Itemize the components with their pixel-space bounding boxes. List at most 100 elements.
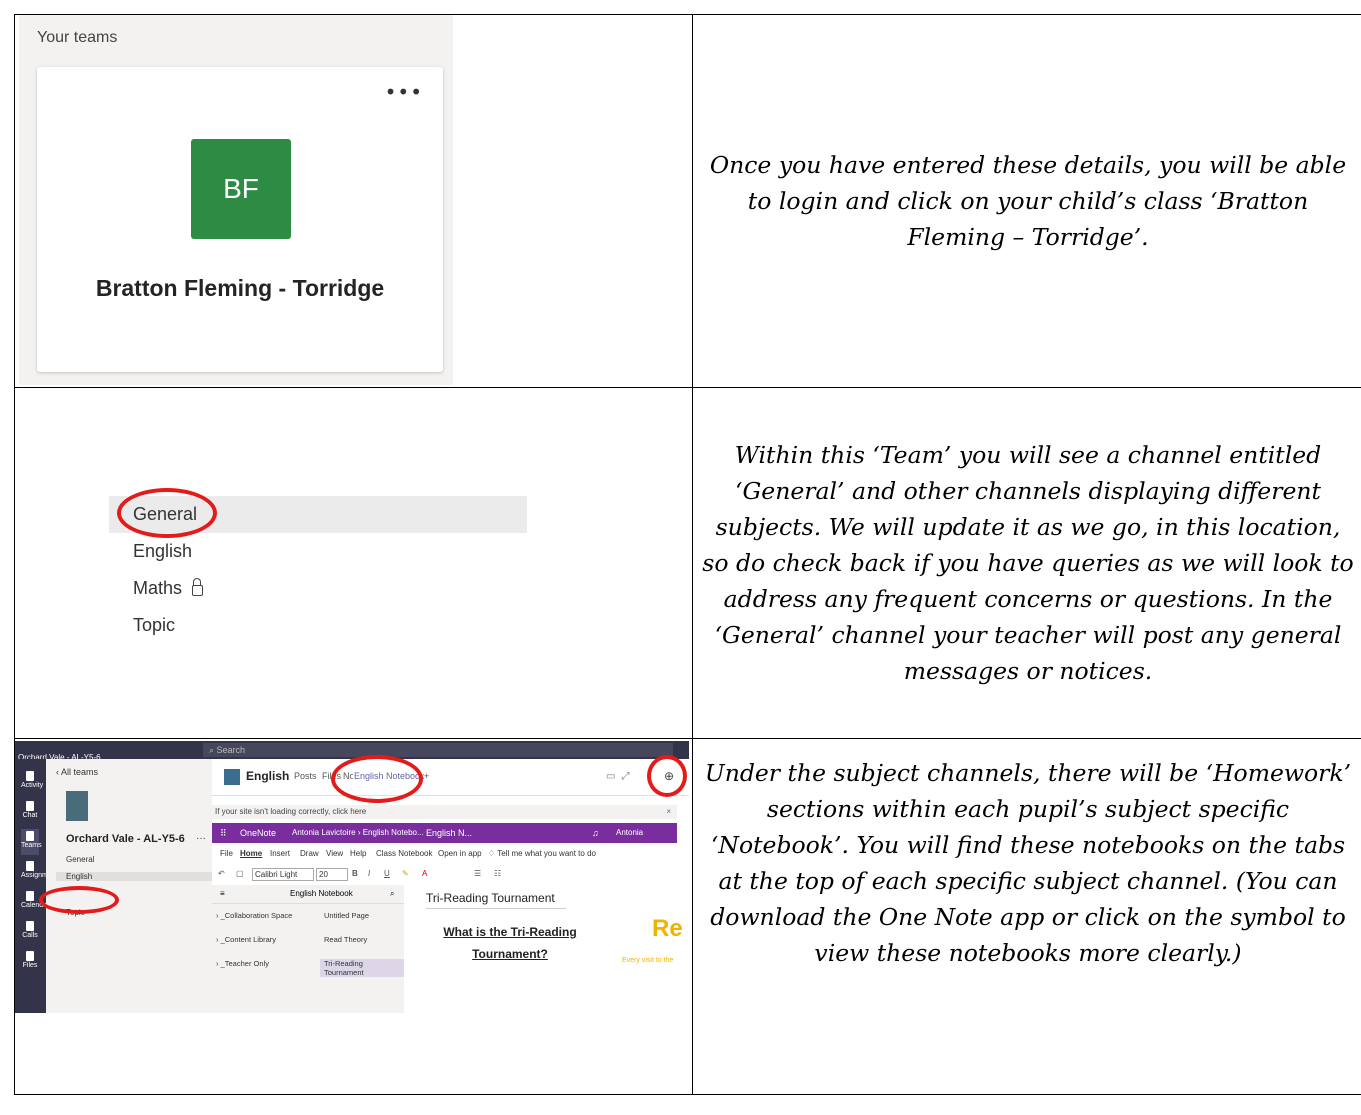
- ribbon-class-notebook[interactable]: Class Notebook: [376, 845, 432, 863]
- rail-teams-label: Teams: [21, 842, 42, 849]
- highlight-ring-english: [39, 886, 119, 914]
- rail-assignments[interactable]: Assignments: [21, 859, 61, 885]
- rail-chat[interactable]: Chat: [21, 799, 39, 825]
- bell-icon: [26, 771, 34, 781]
- rail-files-label: Files: [22, 962, 38, 969]
- channel-maths[interactable]: Maths: [109, 570, 527, 607]
- bold-icon[interactable]: B: [352, 865, 358, 883]
- teams-panel: Your teams ••• BF Bratton Fleming - Torr…: [19, 15, 453, 385]
- guide-row-notebook: ⌕ Search Orchard Vale - AL-Y5-6 Activity…: [14, 738, 1361, 1095]
- team-name: Bratton Fleming - Torridge: [95, 275, 385, 301]
- onenote-breadcrumb[interactable]: Antonia Lavictoire › English Notebo...: [292, 823, 424, 843]
- channel-maths-label: Maths: [133, 578, 183, 598]
- undo-icon[interactable]: ↶: [218, 865, 225, 883]
- highlight-ring-general: [117, 488, 217, 538]
- screenshot-cell-channels: General English Maths Topic: [14, 387, 693, 739]
- all-teams-link[interactable]: ‹ All teams: [56, 767, 98, 777]
- page-side-heading: Re: [652, 915, 683, 942]
- format-bar: ↶ ▢ Calibri Light 20 B I U ✎ A ☰ ☷: [212, 865, 677, 883]
- app-launcher-icon[interactable]: ⠿: [220, 823, 227, 843]
- paste-icon[interactable]: ▢: [236, 865, 244, 883]
- font-color-icon[interactable]: A: [422, 865, 427, 883]
- instruction-cell-3: Under the subject channels, there will b…: [692, 738, 1361, 1095]
- search-bar[interactable]: ⌕ Search: [203, 743, 673, 757]
- expand-icon[interactable]: ⤢: [621, 771, 635, 782]
- page-title[interactable]: Tri-Reading Tournament: [426, 891, 566, 909]
- rail-files[interactable]: Files: [21, 949, 39, 975]
- ribbon-view[interactable]: View: [326, 845, 343, 863]
- notebook-name: English Notebook: [290, 889, 353, 898]
- bullets-icon[interactable]: ☰: [474, 865, 481, 883]
- calendar-icon: [26, 891, 34, 901]
- highlight-icon[interactable]: ✎: [402, 865, 409, 883]
- phone-icon: [26, 921, 34, 931]
- instruction-cell-1: Once you have entered these details, you…: [692, 14, 1361, 388]
- tab-posts[interactable]: Posts: [294, 771, 317, 781]
- bell-icon[interactable]: ♫: [592, 823, 599, 843]
- rail-activity[interactable]: Activity: [21, 769, 43, 795]
- underline-icon[interactable]: U: [384, 865, 390, 883]
- chat-icon: [26, 801, 34, 811]
- notebook-nav: ≡ English Notebook ⌕ _Collaboration Spac…: [212, 885, 404, 1013]
- lightbulb-icon: ♢: [488, 849, 498, 858]
- section-collaboration[interactable]: _Collaboration Space: [216, 911, 293, 920]
- channel-general[interactable]: General: [66, 855, 94, 864]
- page-read-theory[interactable]: Read Theory: [320, 935, 404, 944]
- conversation-icon[interactable]: ▭: [606, 771, 621, 782]
- channel-header: English Posts Files Notes English Notebo…: [212, 759, 689, 796]
- guide-row-channels: General English Maths Topic Within this …: [14, 387, 1361, 739]
- page-side-text: Every visit to the: [622, 957, 674, 964]
- app-rail: Activity Chat Teams Assignments Calendar…: [15, 759, 61, 1013]
- files-icon: [26, 951, 34, 961]
- team-card[interactable]: ••• BF Bratton Fleming - Torridge: [37, 67, 443, 372]
- channel-icon: [224, 769, 240, 785]
- ribbon-insert[interactable]: Insert: [270, 845, 290, 863]
- ribbon-open-in-app[interactable]: Open in app: [438, 845, 482, 863]
- teams-icon: [26, 831, 34, 841]
- assignments-icon: [26, 861, 34, 871]
- ribbon-tell-me[interactable]: ♢ Tell me what you want to do: [488, 845, 596, 863]
- ribbon-tell-me-label: Tell me what you want to do: [497, 849, 596, 858]
- onenote-bar: ⠿ OneNote Antonia Lavictoire › English N…: [212, 823, 677, 857]
- close-icon[interactable]: ×: [666, 805, 671, 819]
- rail-calls[interactable]: Calls: [21, 919, 39, 945]
- ribbon-file[interactable]: File: [220, 845, 233, 863]
- section-content-library[interactable]: _Content Library: [216, 935, 276, 944]
- notebook-page: Tri-Reading Tournament What is the Tri-R…: [412, 885, 689, 1013]
- add-tab-icon[interactable]: +: [424, 771, 429, 781]
- instruction-text-1: Once you have entered these details, you…: [709, 151, 1347, 251]
- ribbon-menu: File Home Insert Draw View Help Class No…: [212, 845, 677, 863]
- more-options-icon[interactable]: •••: [385, 82, 423, 102]
- rail-teams[interactable]: Teams: [21, 829, 42, 855]
- italic-icon[interactable]: I: [368, 865, 370, 883]
- rail-chat-label: Chat: [22, 812, 38, 819]
- hamburger-icon[interactable]: ≡: [220, 885, 225, 903]
- numbering-icon[interactable]: ☷: [494, 865, 501, 883]
- search-icon[interactable]: ⌕: [390, 885, 394, 903]
- size-select[interactable]: 20: [316, 868, 348, 881]
- search-placeholder: Search: [216, 745, 246, 755]
- channel-content: English Posts Files Notes English Notebo…: [212, 759, 689, 1013]
- channel-topic[interactable]: Topic: [109, 607, 527, 644]
- page-untitled[interactable]: Untitled Page: [320, 911, 404, 920]
- rail-activity-label: Activity: [21, 782, 44, 789]
- page-tri-reading[interactable]: Tri-Reading Tournament: [320, 959, 404, 977]
- rail-calendar[interactable]: Calendar: [21, 889, 49, 915]
- font-select[interactable]: Calibri Light: [252, 868, 314, 881]
- ribbon-help[interactable]: Help: [350, 845, 366, 863]
- channel-english[interactable]: English: [109, 533, 527, 570]
- highlight-ring-notebook-tab: [331, 755, 423, 803]
- more-options-icon[interactable]: ···: [196, 833, 206, 844]
- onenote-doc: English N...: [426, 828, 473, 838]
- team-thumbnail: [66, 791, 88, 821]
- instruction-text-2: Within this ‘Team’ you will see a channe…: [702, 441, 1354, 685]
- lock-icon: [192, 578, 204, 596]
- banner-text[interactable]: If your site isn't loading correctly, cl…: [215, 807, 366, 816]
- ribbon-home[interactable]: Home: [240, 845, 262, 863]
- channel-title: English: [246, 769, 290, 783]
- channel-english[interactable]: English: [56, 872, 212, 881]
- instruction-text-3: Under the subject channels, there will b…: [704, 759, 1352, 967]
- instruction-cell-2: Within this ‘Team’ you will see a channe…: [692, 387, 1361, 739]
- ribbon-draw[interactable]: Draw: [300, 845, 319, 863]
- section-teacher-only[interactable]: _Teacher Only: [216, 959, 269, 968]
